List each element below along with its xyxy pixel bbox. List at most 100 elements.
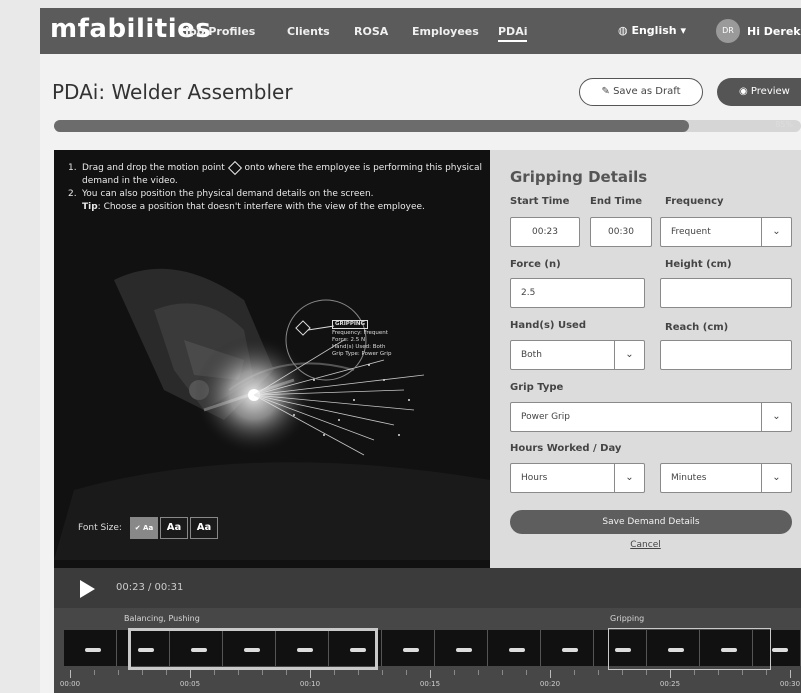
ruler-tick: [718, 670, 719, 675]
spark-highlight: [455, 648, 472, 652]
ruler-tick: [622, 670, 623, 675]
frequency-value: Frequent: [671, 227, 711, 237]
segment-balancing-pushing[interactable]: [128, 628, 378, 670]
preview-button[interactable]: ◉ Preview: [717, 78, 801, 106]
ruler-tick: [262, 670, 263, 675]
font-size-large-button[interactable]: Aa: [189, 517, 218, 539]
chevron-down-icon: ⌄: [761, 403, 791, 431]
ruler-tick: [334, 670, 335, 675]
user-greeting[interactable]: Hi Derek: [747, 25, 801, 38]
tip-text: : Choose a position that doesn't interfe…: [97, 202, 425, 212]
progress-bar: 85%: [54, 120, 801, 132]
video-thumbnail[interactable]: [64, 630, 117, 666]
play-icon[interactable]: [80, 580, 95, 598]
ruler-tick: [358, 670, 359, 675]
eye-icon: ◉: [739, 86, 748, 97]
video-thumbnail[interactable]: [488, 630, 541, 666]
start-time-label: Start Time: [510, 196, 570, 207]
overlay-line: Hand(s) Used: Both: [332, 344, 386, 350]
ruler-tick-label: 00:10: [299, 680, 321, 688]
welding-video-frame: [54, 240, 490, 560]
ruler-tick: [550, 670, 551, 678]
language-selector[interactable]: ◍ English ▾: [618, 24, 686, 37]
globe-icon: ◍: [618, 24, 628, 37]
height-label: Height (cm): [665, 259, 732, 270]
nav-rosa[interactable]: ROSA: [354, 25, 388, 38]
ruler-tick: [598, 670, 599, 675]
ruler-tick: [502, 670, 503, 675]
overlay-line: Force: 2.5 N: [332, 337, 366, 343]
progress-fill: [54, 120, 689, 132]
start-time-input[interactable]: 00:23: [510, 217, 580, 247]
chevron-down-icon: ⌄: [761, 218, 791, 246]
force-label: Force (n): [510, 259, 561, 270]
instruction-tip: Tip: Choose a position that doesn't inte…: [68, 201, 488, 214]
instruction-text: Drag and drop the motion point onto wher…: [82, 160, 488, 188]
ruler-tick: [190, 670, 191, 678]
frequency-select[interactable]: Frequent ⌄: [660, 217, 792, 247]
ruler-tick: [142, 670, 143, 675]
ruler-tick: [286, 670, 287, 675]
force-input[interactable]: 2.5: [510, 278, 645, 308]
minutes-placeholder: Minutes: [671, 473, 707, 483]
save-as-draft-button[interactable]: ✎ Save as Draft: [579, 78, 703, 106]
spark-highlight: [84, 648, 101, 652]
instruction-number: 1.: [68, 163, 77, 173]
reach-input[interactable]: [660, 340, 792, 370]
ruler-tick: [454, 670, 455, 675]
video-thumbnail[interactable]: [435, 630, 488, 666]
hands-used-select[interactable]: Both ⌄: [510, 340, 645, 370]
save-demand-details-button[interactable]: Save Demand Details: [510, 510, 792, 534]
demand-details-overlay[interactable]: GRIPPING Frequency: Frequent Force: 2.5 …: [332, 320, 396, 358]
hours-select[interactable]: Hours ⌄: [510, 463, 645, 493]
font-size-small-button[interactable]: ✔ Aa: [129, 517, 158, 539]
chevron-down-icon: ▾: [680, 24, 686, 37]
demand-details-panel: Gripping Details Start Time End Time Fre…: [490, 150, 801, 568]
instruction-number: 2.: [68, 189, 77, 199]
height-input[interactable]: [660, 278, 792, 308]
nav-clients[interactable]: Clients: [287, 25, 330, 38]
font-size-label: Font Size:: [78, 523, 122, 533]
overlay-line: Grip Type: Power Grip: [332, 351, 392, 357]
chevron-down-icon: ⌄: [761, 464, 791, 492]
motion-point-icon: [227, 160, 242, 175]
avatar[interactable]: DR: [716, 19, 740, 43]
spark-highlight: [561, 648, 578, 652]
ruler-tick: [574, 670, 575, 675]
end-time-input[interactable]: 00:30: [590, 217, 652, 247]
timeline-ruler: 00:00 00:05 00:10 00:15 00:20 00:25 00:30: [60, 670, 801, 690]
ruler-tick: [118, 670, 119, 675]
segment-label-gripping: Gripping: [610, 614, 645, 623]
hours-worked-label: Hours Worked / Day: [510, 443, 622, 454]
nav-job-profiles[interactable]: Job Profiles: [185, 25, 255, 38]
ruler-tick: [166, 670, 167, 675]
preview-label: Preview: [750, 86, 790, 97]
font-size-medium-button[interactable]: Aa: [159, 517, 188, 539]
hours-placeholder: Hours: [521, 473, 548, 483]
timeline[interactable]: Balancing, Pushing Gripping 00:00 00:05 00…: [54, 608, 801, 693]
video-thumbnail[interactable]: [382, 630, 435, 666]
chevron-down-icon: ⌄: [614, 464, 644, 492]
ruler-tick: [94, 670, 95, 675]
segment-gripping[interactable]: [608, 628, 771, 670]
minutes-select[interactable]: Minutes ⌄: [660, 463, 792, 493]
frequency-label: Frequency: [665, 196, 724, 207]
language-label: English: [631, 24, 677, 37]
segment-label-balancing-pushing: Balancing, Pushing: [124, 614, 200, 623]
cancel-link[interactable]: Cancel: [490, 540, 801, 550]
video-player[interactable]: 1. Drag and drop the motion point onto w…: [54, 150, 490, 568]
ruler-tick: [310, 670, 311, 678]
instructions: 1. Drag and drop the motion point onto w…: [68, 160, 488, 214]
grip-type-select[interactable]: Power Grip ⌄: [510, 402, 792, 432]
nav-employees[interactable]: Employees: [412, 25, 479, 38]
player-controls: 00:23 / 00:31: [54, 568, 801, 608]
end-time-label: End Time: [590, 196, 643, 207]
ruler-tick: [406, 670, 407, 675]
ruler-tick-label: 00:05: [179, 680, 201, 688]
chevron-down-icon: ⌄: [614, 341, 644, 369]
ruler-tick: [70, 670, 71, 678]
nav-pdai[interactable]: PDAi: [498, 25, 528, 42]
save-as-draft-label: Save as Draft: [613, 86, 681, 97]
video-thumbnail[interactable]: [541, 630, 594, 666]
ruler-tick: [766, 670, 767, 675]
